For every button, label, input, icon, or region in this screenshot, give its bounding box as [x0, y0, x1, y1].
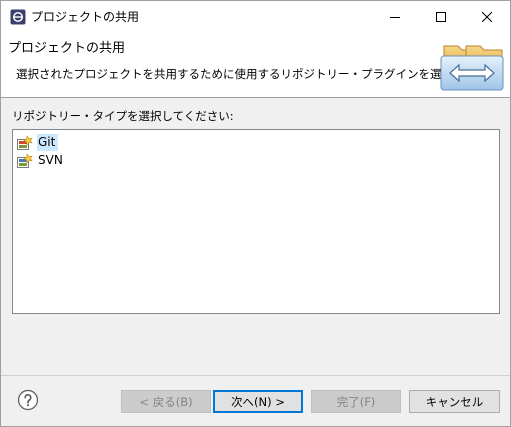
close-icon: [482, 11, 492, 22]
repository-type-label: リポジトリー・タイプを選択してください:: [12, 109, 234, 123]
minimize-button[interactable]: [372, 1, 418, 32]
title-bar[interactable]: プロジェクトの共用: [1, 1, 510, 32]
maximize-button[interactable]: [418, 1, 464, 32]
back-button[interactable]: < 戻る(B): [121, 390, 211, 413]
footer-separator: [1, 375, 510, 376]
window-title: プロジェクトの共用: [31, 10, 140, 24]
wizard-header: プロジェクトの共用 選択されたプロジェクトを共用するために使用するリポジトリー・…: [1, 32, 510, 98]
next-button[interactable]: 次へ(N) >: [213, 390, 303, 413]
git-repository-icon: [17, 134, 33, 150]
page-description: 選択されたプロジェクトを共用するために使用するリポジトリー・プラグインを選択しま…: [16, 67, 498, 81]
svn-repository-icon: [17, 152, 33, 168]
list-item-svn[interactable]: SVN: [17, 152, 66, 169]
minimize-icon: [390, 16, 400, 18]
folders-exchange-icon: [440, 45, 504, 91]
page-title: プロジェクトの共用: [8, 41, 126, 56]
eclipse-app-icon: [10, 9, 26, 25]
close-button[interactable]: [464, 1, 510, 32]
finish-button[interactable]: 完了(F): [311, 390, 401, 413]
help-icon[interactable]: [17, 389, 39, 411]
repository-type-list[interactable]: Git SVN: [12, 129, 500, 314]
cancel-button[interactable]: キャンセル: [409, 390, 500, 413]
list-item-label: Git: [37, 134, 59, 151]
share-project-dialog: プロジェクトの共用 プロジェクトの共用 選択されたプロジェクトを共用するために使…: [0, 0, 511, 427]
list-item-git[interactable]: Git: [17, 134, 59, 151]
list-item-label: SVN: [38, 153, 63, 167]
maximize-icon: [436, 11, 446, 22]
